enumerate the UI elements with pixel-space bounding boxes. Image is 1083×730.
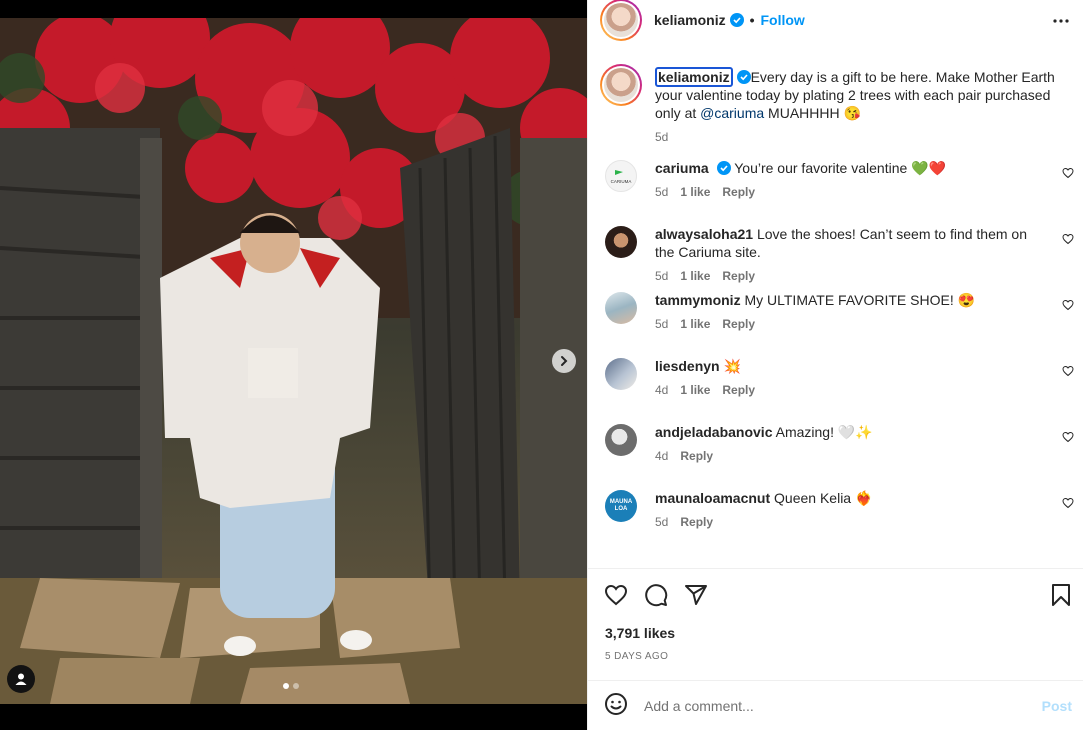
post-actions: 3,791 likes 5 DAYS AGO xyxy=(588,568,1083,680)
comment-username[interactable]: tammymoniz xyxy=(655,292,741,308)
reply-button[interactable]: Reply xyxy=(722,383,755,397)
comment-age: 4d xyxy=(655,449,669,463)
emoji-button[interactable] xyxy=(604,692,628,719)
comment-username[interactable]: maunaloamacnut xyxy=(655,490,770,506)
post-photo[interactable] xyxy=(0,18,587,704)
comment-input[interactable] xyxy=(644,697,1024,714)
caption-username[interactable]: keliamoniz xyxy=(655,67,733,87)
commenter-avatar[interactable]: CARIUMA xyxy=(605,160,637,192)
comment-like-heart-icon[interactable] xyxy=(1062,497,1074,509)
comment-like-heart-icon[interactable] xyxy=(1062,365,1074,377)
heart-icon xyxy=(604,584,628,606)
post-comment-button[interactable]: Post xyxy=(1042,698,1072,714)
caption-body-end: MUAHHHH 😘 xyxy=(764,105,861,121)
author-avatar[interactable] xyxy=(600,0,642,41)
paper-plane-icon xyxy=(685,585,707,605)
comment-item: liesdenyn 💥 4d 1 like Reply xyxy=(588,346,1083,412)
chevron-right-icon xyxy=(561,356,568,366)
add-comment-bar: Post xyxy=(588,680,1083,730)
comment-username[interactable]: cariuma xyxy=(655,160,709,176)
comment-age: 5d xyxy=(655,317,669,331)
caption-author-avatar[interactable] xyxy=(600,64,642,106)
post-modal: keliamoniz • Follow keliamoniz Every day … xyxy=(0,0,1083,730)
smiley-icon xyxy=(605,693,627,715)
verified-badge-icon xyxy=(729,13,744,27)
commenter-avatar[interactable] xyxy=(605,358,637,390)
verified-badge-icon xyxy=(736,70,751,84)
like-button[interactable] xyxy=(604,583,628,610)
verified-badge-icon xyxy=(716,161,731,175)
comment-text: Queen Kelia ❤️‍🔥 xyxy=(774,490,873,506)
comment-like-heart-icon[interactable] xyxy=(1062,167,1074,179)
comment-username[interactable]: andjeladabanovic xyxy=(655,424,772,440)
maunaloa-logo-text: MAUNA LOA xyxy=(609,499,633,512)
comment-item: tammymoniz My ULTIMATE FAVORITE SHOE! 😍 … xyxy=(588,280,1083,346)
carousel-dot xyxy=(293,683,299,689)
caption-age: 5d xyxy=(655,130,669,144)
comment-username[interactable]: alwaysaloha21 xyxy=(655,226,753,242)
comment-text: You’re our favorite valentine 💚❤️ xyxy=(734,160,947,176)
likes-count[interactable]: 3,791 likes xyxy=(605,625,675,641)
caption-mention-link[interactable]: @cariuma xyxy=(700,105,764,121)
media-viewer xyxy=(0,0,587,730)
post-time: 5 DAYS AGO xyxy=(605,651,669,662)
commenter-avatar[interactable] xyxy=(605,424,637,456)
post-header: keliamoniz • Follow xyxy=(588,0,1083,41)
comment-button[interactable] xyxy=(644,583,668,610)
comment-age: 4d xyxy=(655,383,669,397)
reply-button[interactable]: Reply xyxy=(722,185,755,199)
comment-like-heart-icon[interactable] xyxy=(1062,431,1074,443)
next-slide-button[interactable] xyxy=(552,349,576,373)
comment-text: My ULTIMATE FAVORITE SHOE! 😍 xyxy=(744,292,976,308)
comment-age: 5d xyxy=(655,185,669,199)
comment-like-count[interactable]: 1 like xyxy=(680,317,710,331)
reply-button[interactable]: Reply xyxy=(680,515,713,529)
save-button[interactable] xyxy=(1050,583,1072,610)
post-caption: keliamoniz Every day is a gift to be here… xyxy=(588,58,1083,148)
header-separator: • xyxy=(749,12,755,28)
bookmark-icon xyxy=(1052,584,1070,606)
comment-like-count[interactable]: 1 like xyxy=(680,185,710,199)
comment-text: 💥 xyxy=(723,358,741,374)
comment-like-heart-icon[interactable] xyxy=(1062,299,1074,311)
comment-like-heart-icon[interactable] xyxy=(1062,233,1074,245)
carousel-indicator xyxy=(283,683,299,689)
reply-button[interactable]: Reply xyxy=(680,449,713,463)
comment-item: MAUNA LOA maunaloamacnut Queen Kelia ❤️‍… xyxy=(588,478,1083,544)
comment-age: 5d xyxy=(655,515,669,529)
more-options-icon[interactable] xyxy=(1052,12,1070,30)
comment-text: Amazing! 🤍✨ xyxy=(775,424,873,440)
comment-item: CARIUMA cariuma You’re our favorite vale… xyxy=(588,148,1083,214)
author-username[interactable]: keliamoniz xyxy=(654,12,726,28)
caption-text: keliamoniz Every day is a gift to be here… xyxy=(655,58,1055,122)
comment-bubble-icon xyxy=(645,584,668,607)
tagged-users-button[interactable] xyxy=(7,665,35,693)
reply-button[interactable]: Reply xyxy=(722,317,755,331)
comment-item: andjeladabanovic Amazing! 🤍✨ 4d Reply xyxy=(588,412,1083,478)
comment-username[interactable]: liesdenyn xyxy=(655,358,720,374)
commenter-avatar[interactable]: MAUNA LOA xyxy=(605,490,637,522)
carousel-dot-active xyxy=(283,683,289,689)
comment-like-count[interactable]: 1 like xyxy=(680,383,710,397)
share-button[interactable] xyxy=(684,583,708,610)
comment-item: alwaysaloha21 Love the shoes! Can’t seem… xyxy=(588,214,1083,283)
commenter-avatar[interactable] xyxy=(605,226,637,258)
post-side-panel: keliamoniz • Follow keliamoniz Every day … xyxy=(587,0,1083,730)
user-icon xyxy=(15,673,27,685)
follow-button[interactable]: Follow xyxy=(761,12,805,28)
commenter-avatar[interactable] xyxy=(605,292,637,324)
comments-scroll-area[interactable]: keliamoniz Every day is a gift to be here… xyxy=(588,58,1083,568)
cariuma-logo-text: CARIUMA xyxy=(611,179,632,184)
